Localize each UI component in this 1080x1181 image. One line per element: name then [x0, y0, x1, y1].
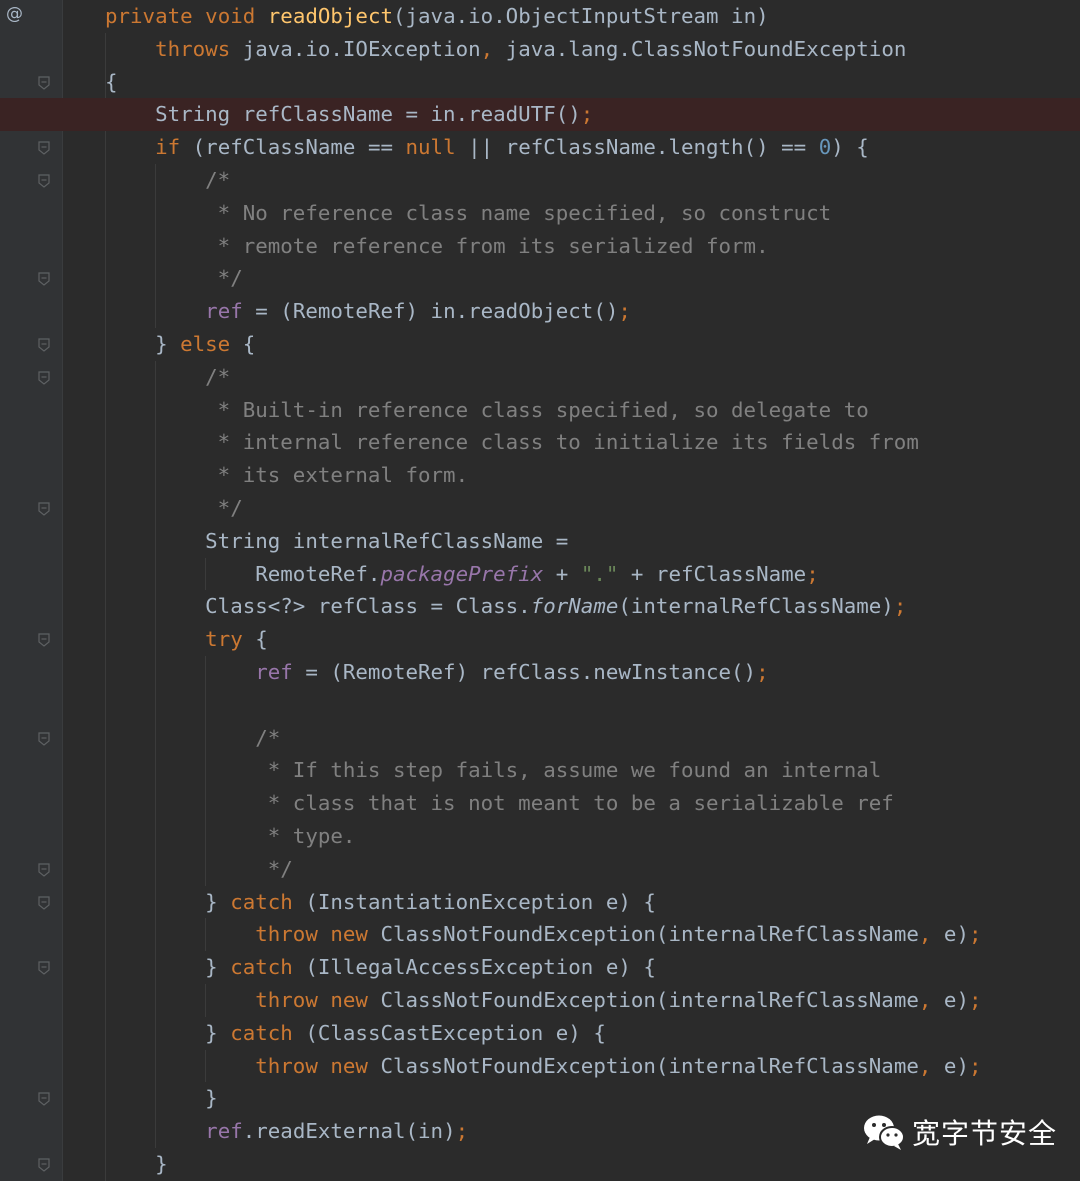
code-text: try { [205, 627, 268, 652]
code-line[interactable]: Class<?> refClass = Class.forName(intern… [0, 590, 1080, 623]
code-line[interactable]: * Built-in reference class specified, so… [0, 394, 1080, 427]
code-line[interactable]: /* [0, 164, 1080, 197]
code-line[interactable]: * internal reference class to initialize… [0, 426, 1080, 459]
code-text: throw new ClassNotFoundException(interna… [255, 922, 982, 947]
watermark-text: 宽字节安全 [912, 1117, 1058, 1150]
code-line[interactable]: * class that is not meant to be a serial… [0, 787, 1080, 820]
code-line[interactable]: } catch (IllegalAccessException e) { [0, 951, 1080, 984]
watermark: 宽字节安全 [862, 1110, 1057, 1154]
code-line[interactable]: /* [0, 722, 1080, 755]
code-line[interactable]: * No reference class name specified, so … [0, 197, 1080, 230]
code-line[interactable]: RemoteRef.packagePrefix + "." + refClass… [0, 558, 1080, 591]
code-line[interactable]: /* [0, 361, 1080, 394]
code-editor[interactable]: @ private void readObject(java.io.Object… [0, 0, 1080, 1181]
code-line[interactable]: throws java.io.IOException, java.lang.Cl… [0, 33, 1080, 66]
code-line[interactable]: * type. [0, 820, 1080, 853]
code-text: * type. [105, 824, 356, 848]
code-text: String internalRefClassName = [105, 528, 569, 553]
code-text: */ [105, 266, 243, 291]
code-line[interactable]: String internalRefClassName = [0, 525, 1080, 558]
code-text: } [105, 1086, 218, 1111]
code-text: */ [105, 856, 293, 881]
code-line[interactable]: } catch (InstantiationException e) { [0, 886, 1080, 919]
code-text: throw new ClassNotFoundException(interna… [255, 988, 982, 1012]
code-line[interactable]: throw new ClassNotFoundException(interna… [0, 918, 1080, 951]
wechat-icon [864, 1115, 905, 1150]
code-text: * Built-in reference class specified, so… [105, 397, 869, 422]
code-text: throws java.io.IOException, java.lang.Cl… [155, 36, 907, 61]
code-line[interactable]: * If this step fails, assume we found an… [0, 754, 1080, 787]
code-text: * If this step fails, assume we found an… [105, 758, 882, 783]
code-text: if (refClassName == null || refClassName… [155, 135, 869, 160]
code-line[interactable]: try { [0, 623, 1080, 656]
code-line[interactable]: * remote reference from its serialized f… [0, 230, 1080, 263]
code-text: String refClassName = in.readUTF(); [105, 102, 594, 127]
code-text: /* [105, 725, 281, 750]
code-text: throw new ClassNotFoundException(interna… [255, 1053, 982, 1078]
code-line[interactable] [0, 689, 1080, 722]
code-text: * No reference class name specified, so … [105, 200, 832, 225]
code-line[interactable]: throw new ClassNotFoundException(interna… [0, 984, 1080, 1017]
code-line[interactable]: */ [0, 262, 1080, 295]
code-line[interactable]: if (refClassName == null || refClassName… [0, 131, 1080, 164]
code-text: RemoteRef.packagePrefix + "." + refClass… [105, 561, 819, 586]
code-line[interactable]: * its external form. [0, 459, 1080, 492]
code-text: ref.readExternal(in); [205, 1119, 469, 1144]
code-text: Class<?> refClass = Class.forName(intern… [105, 594, 907, 619]
code-line[interactable]: String refClassName = in.readUTF(); [0, 98, 1080, 132]
code-text: } else { [105, 332, 256, 356]
code-line[interactable]: } else { [0, 328, 1080, 361]
code-text: } catch (IllegalAccessException e) { [105, 955, 656, 980]
code-text: } catch (InstantiationException e) { [105, 889, 656, 914]
code-text: ref = (RemoteRef) refClass.newInstance()… [255, 660, 769, 684]
code-line[interactable]: } catch (ClassCastException e) { [0, 1017, 1080, 1050]
code-text: /* [105, 168, 231, 192]
code-text: * its external form. [105, 463, 469, 488]
code-line[interactable]: */ [0, 853, 1080, 886]
code-text: ref = (RemoteRef) in.readObject(); [205, 299, 631, 324]
code-text: private void readObject(java.io.ObjectIn… [105, 4, 769, 28]
code-text: /* [105, 364, 231, 389]
code-text: { [105, 69, 118, 94]
code-text: } [105, 1152, 168, 1176]
code-text: */ [105, 496, 243, 520]
code-line[interactable]: private void readObject(java.io.ObjectIn… [0, 0, 1080, 33]
code-line[interactable]: { [0, 66, 1080, 99]
code-text: * internal reference class to initialize… [105, 430, 919, 455]
code-text: * class that is not meant to be a serial… [105, 791, 894, 816]
code-line[interactable]: ref = (RemoteRef) in.readObject(); [0, 295, 1080, 328]
code-line[interactable]: throw new ClassNotFoundException(interna… [0, 1050, 1080, 1083]
code-line[interactable]: */ [0, 492, 1080, 525]
code-text: * remote reference from its serialized f… [105, 233, 769, 258]
code-line[interactable]: ref = (RemoteRef) refClass.newInstance()… [0, 656, 1080, 689]
code-text: } catch (ClassCastException e) { [105, 1020, 606, 1045]
